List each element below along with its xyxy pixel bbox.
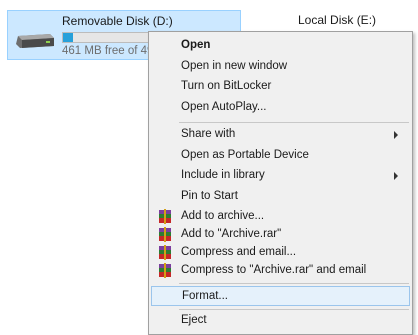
drive-usage-bar [62, 32, 150, 43]
winrar-icon [159, 263, 171, 278]
menu-item-add-to-archive-rar[interactable]: Add to "Archive.rar" [151, 225, 410, 245]
usb-drive-icon [16, 34, 54, 48]
winrar-icon [159, 209, 171, 224]
menu-item-compress-and-email[interactable]: Compress and email... [151, 243, 410, 263]
menu-item-open-portable-device[interactable]: Open as Portable Device [151, 146, 410, 166]
menu-separator [179, 283, 409, 284]
menu-separator [179, 122, 409, 123]
chevron-right-icon [394, 131, 398, 139]
menu-item-open-new-window[interactable]: Open in new window [151, 57, 410, 77]
chevron-right-icon [394, 172, 398, 180]
menu-item-format[interactable]: Format... [151, 286, 410, 306]
drive-name: Removable Disk (D:) [62, 14, 173, 28]
menu-item-turn-on-bitlocker[interactable]: Turn on BitLocker [151, 77, 410, 97]
context-menu: Open Open in new window Turn on BitLocke… [148, 31, 413, 335]
drive-name: Local Disk (E:) [298, 13, 377, 27]
menu-separator [179, 309, 409, 310]
menu-item-compress-rar-and-email[interactable]: Compress to "Archive.rar" and email [151, 261, 410, 281]
menu-item-share-with[interactable]: Share with [151, 125, 410, 145]
menu-item-include-in-library[interactable]: Include in library [151, 166, 410, 186]
drive-free-space: 461 MB free of 49 [62, 45, 154, 57]
menu-item-open-autoplay[interactable]: Open AutoPlay... [151, 98, 410, 118]
winrar-icon [159, 245, 171, 260]
menu-item-pin-to-start[interactable]: Pin to Start [151, 187, 410, 207]
menu-item-open[interactable]: Open [151, 36, 410, 56]
menu-item-eject[interactable]: Eject [151, 311, 410, 331]
winrar-icon [159, 227, 171, 242]
drive-usage-fill [63, 33, 74, 42]
menu-item-add-to-archive[interactable]: Add to archive... [151, 207, 410, 227]
